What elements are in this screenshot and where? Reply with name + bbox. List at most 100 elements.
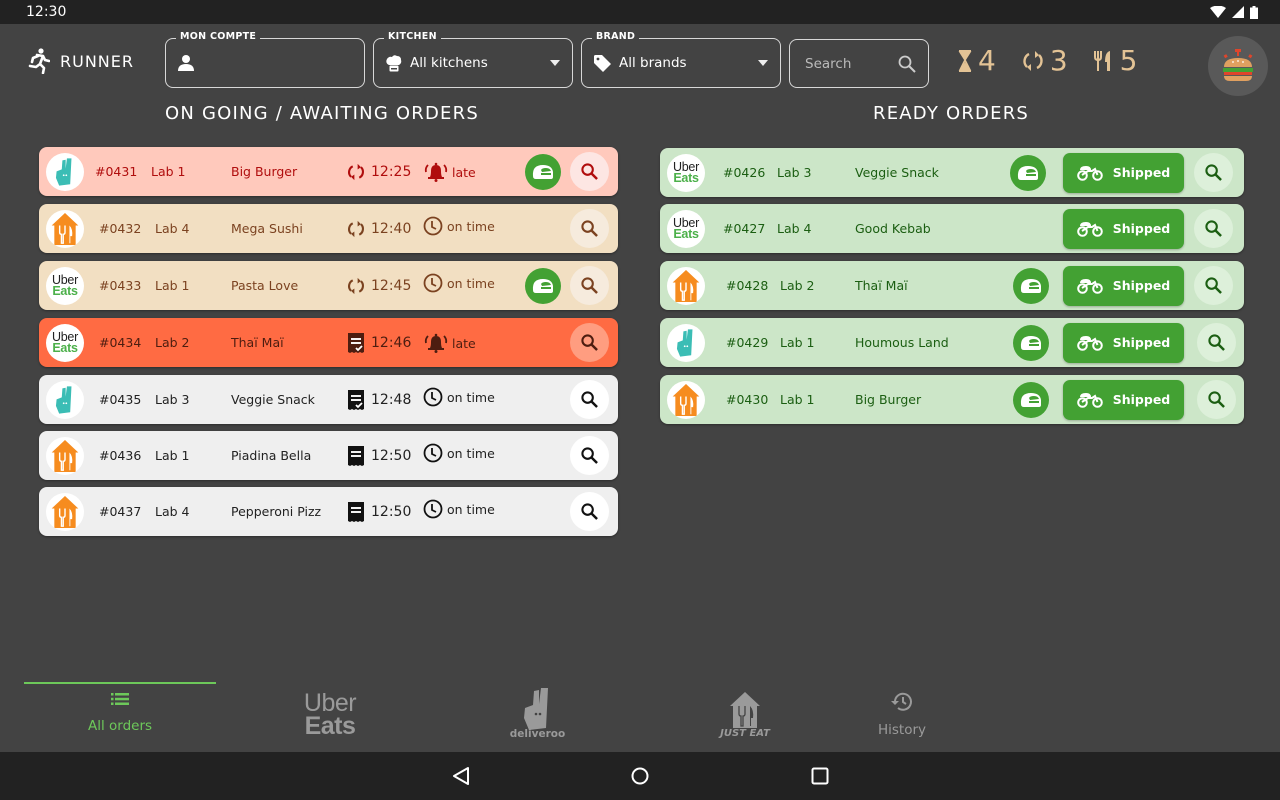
justeat-logo-text: JUST EAT xyxy=(720,728,770,739)
tag-icon xyxy=(594,54,611,72)
tab-all-orders[interactable]: All orders xyxy=(24,692,216,734)
scooter-icon xyxy=(1076,392,1103,408)
order-counters: 4 3 5 xyxy=(958,44,1137,77)
order-details-button[interactable] xyxy=(1194,153,1233,192)
rider-assigned-button[interactable] xyxy=(525,153,561,190)
order-details-button[interactable] xyxy=(570,209,609,248)
shipped-button-label: Shipped xyxy=(1112,392,1171,407)
ongoing-order-row[interactable]: #0431 Lab 1 Big Burger 12:25 late xyxy=(39,147,618,196)
ready-order-row[interactable]: #0429 Lab 1 Houmous Land Shipped xyxy=(660,318,1244,367)
order-timing-label: late xyxy=(452,164,476,180)
order-time-value: 12:46 xyxy=(371,334,412,351)
ubereats-logo-icon: Uber Eats xyxy=(52,273,78,297)
tab-deliveroo[interactable]: deliveroo xyxy=(500,688,575,740)
order-details-button[interactable] xyxy=(1197,323,1236,362)
shipped-button-label: Shipped xyxy=(1112,278,1171,293)
order-details-button[interactable] xyxy=(570,266,609,305)
order-brand: Big Burger xyxy=(855,392,922,407)
justeat-logo-icon xyxy=(672,269,700,302)
order-kitchen: Lab 1 xyxy=(780,335,815,350)
platform-logo xyxy=(667,266,705,305)
order-timing: on time xyxy=(423,273,495,293)
order-details-button[interactable] xyxy=(570,492,609,531)
search-icon xyxy=(581,391,598,408)
shipped-button[interactable]: Shipped xyxy=(1063,322,1184,363)
search-icon[interactable] xyxy=(898,55,916,73)
account-field[interactable]: MON COMPTE xyxy=(165,31,365,88)
avatar[interactable] xyxy=(1208,36,1268,96)
clock-icon xyxy=(423,499,443,519)
order-kitchen: Lab 1 xyxy=(780,392,815,407)
search-input[interactable]: Search xyxy=(789,39,929,88)
order-details-button[interactable] xyxy=(1194,209,1233,248)
ubereats-logo-eats: Eats xyxy=(304,712,356,740)
tab-all-orders-label: All orders xyxy=(87,718,153,734)
shipped-button[interactable]: Shipped xyxy=(1063,379,1184,420)
order-kitchen: Lab 4 xyxy=(777,221,812,236)
receipt-check-icon xyxy=(348,389,364,410)
order-brand: Good Kebab xyxy=(855,221,931,236)
refresh-icon xyxy=(348,163,364,180)
order-kitchen: Lab 3 xyxy=(777,165,812,180)
burger-icon xyxy=(1223,49,1253,81)
search-icon xyxy=(1205,164,1222,181)
ongoing-column-title: ON GOING / AWAITING ORDERS xyxy=(165,103,479,124)
ongoing-order-row[interactable]: #0432 Lab 4 Mega Sushi 12:40 on time xyxy=(39,204,618,253)
ready-order-row[interactable]: #0428 Lab 2 Thaï Maï Shipped xyxy=(660,261,1244,310)
ongoing-order-row[interactable]: #0436 Lab 1 Piadina Bella 12:50 on time xyxy=(39,431,618,480)
order-kitchen: Lab 1 xyxy=(151,164,186,179)
order-timing-label: on time xyxy=(447,501,495,517)
wifi-icon xyxy=(1210,6,1226,18)
recents-icon[interactable] xyxy=(811,767,829,785)
battery-icon xyxy=(1250,5,1258,19)
tab-ubereats[interactable]: Uber Eats xyxy=(290,691,370,740)
platform-logo xyxy=(46,492,84,531)
order-details-button[interactable] xyxy=(570,152,609,191)
receipt-check-icon xyxy=(348,332,364,353)
clock-icon xyxy=(423,273,443,293)
search-icon xyxy=(581,220,598,237)
scooter-icon xyxy=(1076,221,1103,237)
rider-assigned-button[interactable] xyxy=(1013,267,1049,304)
ubereats-logo-eats: Eats xyxy=(673,226,699,241)
shipped-button[interactable]: Shipped xyxy=(1063,208,1184,249)
order-kitchen: Lab 4 xyxy=(155,504,190,519)
tab-justeat[interactable]: JUST EAT xyxy=(710,692,780,739)
shipped-button[interactable]: Shipped xyxy=(1063,152,1184,193)
back-icon[interactable] xyxy=(452,767,470,785)
order-details-button[interactable] xyxy=(570,436,609,475)
ready-order-row[interactable]: Uber Eats #0427 Lab 4 Good Kebab Shipped xyxy=(660,204,1244,253)
tab-history[interactable]: History xyxy=(862,692,942,738)
order-details-button[interactable] xyxy=(570,380,609,419)
order-details-button[interactable] xyxy=(1197,380,1236,419)
shipped-button[interactable]: Shipped xyxy=(1063,265,1184,306)
order-kitchen: Lab 4 xyxy=(155,221,190,236)
ongoing-order-row[interactable]: #0437 Lab 4 Pepperoni Pizz 12:50 on time xyxy=(39,487,618,536)
rider-assigned-button[interactable] xyxy=(1010,154,1046,191)
order-details-button[interactable] xyxy=(570,323,609,362)
chevron-down-icon xyxy=(758,60,768,66)
awaiting-counter: 4 xyxy=(958,44,996,77)
kitchen-select[interactable]: KITCHEN All kitchens xyxy=(373,31,573,88)
ongoing-order-row[interactable]: Uber Eats #0433 Lab 1 Pasta Love 12:45 on time xyxy=(39,261,618,310)
ongoing-order-row[interactable]: #0435 Lab 3 Veggie Snack 12:48 on time xyxy=(39,375,618,424)
platform-logo xyxy=(667,380,705,419)
ready-order-row[interactable]: #0430 Lab 1 Big Burger Shipped xyxy=(660,375,1244,424)
order-details-button[interactable] xyxy=(1194,266,1233,305)
platform-logo: Uber Eats xyxy=(667,209,705,248)
order-time-value: 12:25 xyxy=(371,163,412,180)
platform-logo xyxy=(46,209,84,248)
ongoing-order-row[interactable]: Uber Eats #0434 Lab 2 Thaï Maï 12:46 late xyxy=(39,318,618,367)
order-brand: Piadina Bella xyxy=(231,448,312,463)
history-icon xyxy=(891,692,912,711)
rider-assigned-button[interactable] xyxy=(1013,381,1049,418)
order-timing-label: on time xyxy=(447,275,495,291)
rider-assigned-button[interactable] xyxy=(525,267,561,304)
order-timing: late xyxy=(424,162,476,182)
ready-order-row[interactable]: Uber Eats #0426 Lab 3 Veggie Snack Shipped xyxy=(660,148,1244,197)
rider-assigned-button[interactable] xyxy=(1013,324,1049,361)
home-icon[interactable] xyxy=(631,767,649,785)
order-kitchen: Lab 1 xyxy=(155,448,190,463)
platform-logo xyxy=(46,436,84,475)
brand-select[interactable]: BRAND All brands xyxy=(581,31,781,88)
